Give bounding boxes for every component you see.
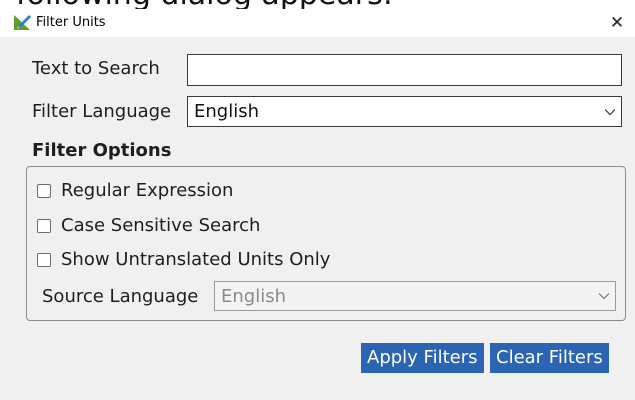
filter-options-title: Filter Options (32, 140, 172, 161)
search-input[interactable] (187, 54, 622, 86)
chevron-down-icon (599, 97, 621, 126)
filter-language-value: English (194, 101, 259, 122)
case-sensitive-label: Case Sensitive Search (61, 215, 261, 236)
close-button[interactable]: ✕ (599, 9, 635, 37)
apply-filters-button[interactable]: Apply Filters (361, 343, 484, 373)
app-icon (14, 15, 31, 30)
clear-filters-button[interactable]: Clear Filters (490, 343, 609, 373)
filter-language-label: Filter Language (32, 101, 172, 122)
chevron-down-icon (593, 282, 615, 310)
untranslated-only-checkbox[interactable] (37, 253, 51, 267)
source-language-select[interactable]: English (214, 281, 616, 311)
title-bar: Filter Units ✕ (0, 9, 635, 37)
regular-expression-checkbox[interactable] (37, 184, 51, 198)
regular-expression-label: Regular Expression (61, 180, 234, 201)
source-language-label: Source Language (42, 286, 199, 307)
untranslated-only-label: Show Untranslated Units Only (61, 249, 331, 270)
text-to-search-label: Text to Search (32, 58, 160, 79)
filter-language-select[interactable]: English (187, 96, 622, 127)
regular-expression-option[interactable]: Regular Expression (37, 180, 233, 202)
close-icon: ✕ (609, 13, 625, 33)
case-sensitive-option[interactable]: Case Sensitive Search (37, 215, 260, 237)
window-title: Filter Units (36, 15, 106, 30)
untranslated-only-option[interactable]: Show Untranslated Units Only (37, 249, 330, 271)
source-language-value: English (221, 285, 286, 307)
case-sensitive-checkbox[interactable] (37, 219, 51, 233)
